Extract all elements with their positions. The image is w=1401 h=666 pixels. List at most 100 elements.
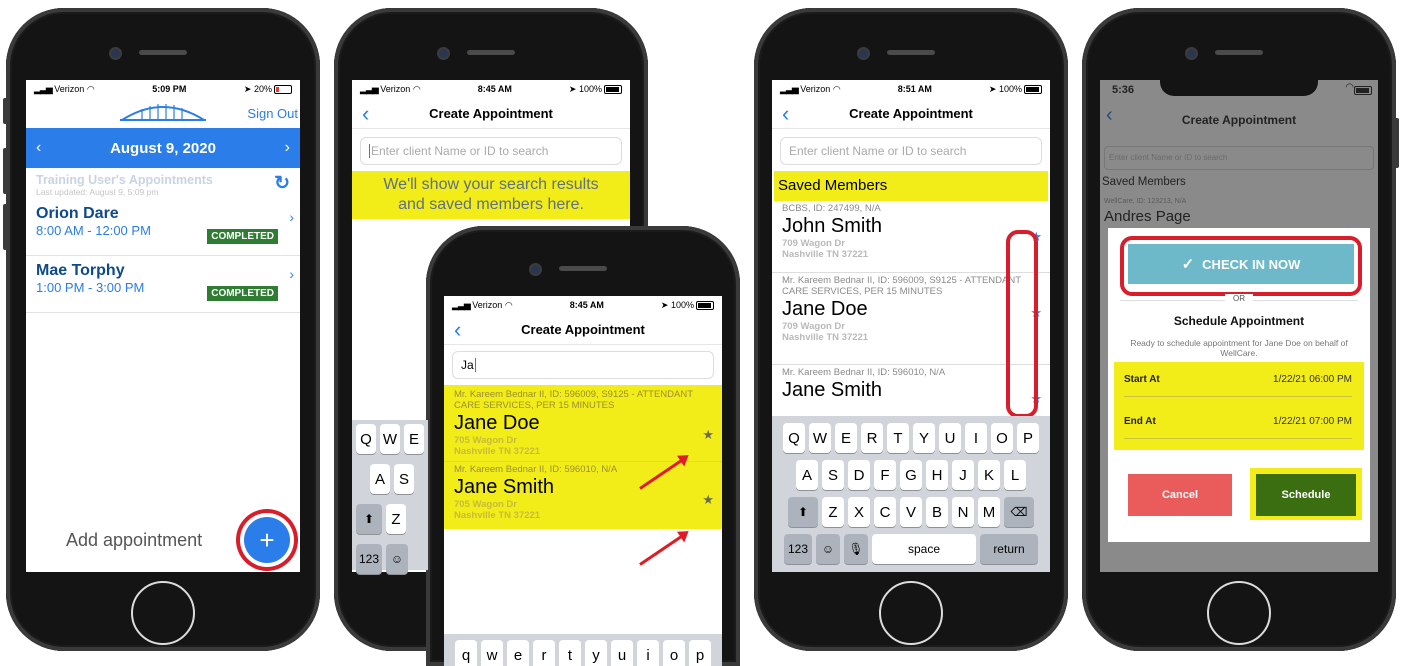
key[interactable]: q — [455, 640, 477, 666]
back-chevron-icon[interactable]: ‹ — [454, 317, 461, 343]
carrier: Verizon — [380, 83, 411, 94]
back-chevron-icon[interactable]: ‹ — [782, 101, 789, 127]
location-icon: ➤ — [243, 83, 252, 94]
screen-search-results: ▂▃▅ Verizon ◠ 8:45 AM ➤ 100% ‹ Create Ap… — [444, 296, 722, 666]
result-address: 705 Wagon Dr — [454, 499, 517, 510]
search-input[interactable]: Enter client Name or ID to search — [780, 137, 1042, 165]
wifi-icon: ◠ — [412, 83, 421, 94]
end-at-row[interactable]: End At 1/22/21 07:00 PM — [1124, 416, 1352, 439]
key[interactable]: M — [978, 497, 1000, 527]
home-button[interactable] — [879, 581, 943, 645]
page-title: Create Appointment — [1181, 113, 1297, 127]
key[interactable]: S — [822, 460, 844, 490]
key[interactable]: L — [1004, 460, 1026, 490]
numbers-key[interactable]: 123 — [356, 544, 382, 574]
key[interactable]: t — [559, 640, 581, 666]
key[interactable]: N — [952, 497, 974, 527]
space-key[interactable]: space — [872, 534, 976, 564]
battery-percent: 100% — [670, 299, 694, 310]
start-at-row[interactable]: Start At 1/22/21 06:00 PM — [1124, 374, 1352, 397]
appointment-row[interactable]: Mae Torphy 1:00 PM - 3:00 PM COMPLETED › — [26, 256, 300, 313]
side-button — [3, 98, 8, 124]
battery-icon — [604, 84, 622, 94]
key[interactable]: X — [848, 497, 870, 527]
emoji-key[interactable]: ☺ — [386, 544, 408, 574]
check-in-button[interactable]: ✓ CHECK IN NOW — [1128, 244, 1354, 284]
key[interactable]: S — [394, 464, 414, 494]
key[interactable]: p — [689, 640, 711, 666]
key[interactable]: B — [926, 497, 948, 527]
key[interactable]: Z — [386, 504, 406, 534]
result-row[interactable]: Mr. Kareem Bednar II, ID: 596010, N/A Ja… — [444, 462, 722, 529]
back-chevron-icon[interactable]: ‹ — [1106, 104, 1113, 127]
member-name: Jane Doe — [782, 298, 868, 320]
key[interactable]: O — [991, 423, 1013, 453]
key[interactable]: Q — [783, 423, 805, 453]
search-input[interactable]: Enter client Name or ID to search — [360, 137, 622, 165]
back-chevron-icon[interactable]: ‹ — [362, 101, 369, 127]
key[interactable]: Z — [822, 497, 844, 527]
star-icon[interactable]: ★ — [702, 492, 714, 508]
side-button — [1394, 118, 1399, 168]
key[interactable]: E — [835, 423, 857, 453]
location-icon: ➤ — [568, 83, 577, 94]
key[interactable]: K — [978, 460, 1000, 490]
result-row[interactable]: Mr. Kareem Bednar II, ID: 596009, S9125 … — [444, 387, 722, 462]
key[interactable]: P — [1017, 423, 1039, 453]
keyboard-row: 123 ☺ 🎙 space return — [772, 534, 1050, 564]
key[interactable]: o — [663, 640, 685, 666]
key[interactable]: V — [900, 497, 922, 527]
speaker — [559, 266, 607, 271]
key[interactable]: e — [507, 640, 529, 666]
key[interactable]: C — [874, 497, 896, 527]
key[interactable]: y — [585, 640, 607, 666]
speaker — [467, 50, 515, 55]
cancel-button[interactable]: Cancel — [1128, 474, 1232, 516]
appointment-row[interactable]: Orion Dare 8:00 AM - 12:00 PM COMPLETED … — [26, 199, 300, 256]
key[interactable]: i — [637, 640, 659, 666]
key[interactable]: U — [939, 423, 961, 453]
home-button[interactable] — [131, 581, 195, 645]
key[interactable]: G — [900, 460, 922, 490]
shift-key[interactable]: ⬆ — [788, 497, 818, 527]
key[interactable]: D — [848, 460, 870, 490]
emoji-key[interactable]: ☺ — [816, 534, 840, 564]
key[interactable]: A — [796, 460, 818, 490]
camera — [1185, 47, 1198, 60]
keyboard: Q W E R T Y U I O P A S D F G H J K L ⬆ … — [772, 416, 1050, 572]
member-meta: BCBS, ID: 247499, N/A — [782, 203, 881, 214]
prev-day-icon[interactable]: ‹ — [36, 139, 41, 157]
phone-3: ▂▃▅ Verizon ◠ 8:45 AM ➤ 100% ‹ Create Ap… — [426, 226, 740, 666]
refresh-icon[interactable]: ↻ — [274, 172, 290, 195]
key[interactable]: w — [481, 640, 503, 666]
key[interactable]: W — [380, 424, 400, 454]
return-key[interactable]: return — [980, 534, 1038, 564]
sign-out-link[interactable]: Sign Out — [247, 106, 298, 121]
key[interactable]: I — [965, 423, 987, 453]
key[interactable]: T — [887, 423, 909, 453]
next-day-icon[interactable]: › — [285, 139, 290, 157]
delete-key[interactable]: ⌫ — [1004, 497, 1034, 527]
key[interactable]: r — [533, 640, 555, 666]
modal-dialog: ✓ CHECK IN NOW OR Schedule Appointment R… — [1108, 228, 1370, 542]
key[interactable]: Q — [356, 424, 376, 454]
home-button[interactable] — [1207, 581, 1271, 645]
mic-key[interactable]: 🎙 — [844, 534, 868, 564]
shift-key[interactable]: ⬆ — [356, 504, 382, 534]
key[interactable]: R — [861, 423, 883, 453]
key[interactable]: F — [874, 460, 896, 490]
key[interactable]: u — [611, 640, 633, 666]
key[interactable]: H — [926, 460, 948, 490]
phone-4: ▂▃▅ Verizon ◠ 8:51 AM ➤ 100% ‹ Create Ap… — [754, 8, 1068, 651]
key[interactable]: W — [809, 423, 831, 453]
key[interactable]: Y — [913, 423, 935, 453]
numbers-key[interactable]: 123 — [784, 534, 812, 564]
add-appointment-button[interactable]: + — [244, 517, 290, 563]
search-placeholder: Enter client Name or ID to search — [1109, 153, 1228, 162]
schedule-button[interactable]: Schedule — [1256, 474, 1356, 516]
key[interactable]: J — [952, 460, 974, 490]
key[interactable]: A — [370, 464, 390, 494]
search-input[interactable]: Ja — [452, 351, 714, 379]
key[interactable]: E — [404, 424, 424, 454]
star-icon[interactable]: ★ — [702, 427, 714, 443]
